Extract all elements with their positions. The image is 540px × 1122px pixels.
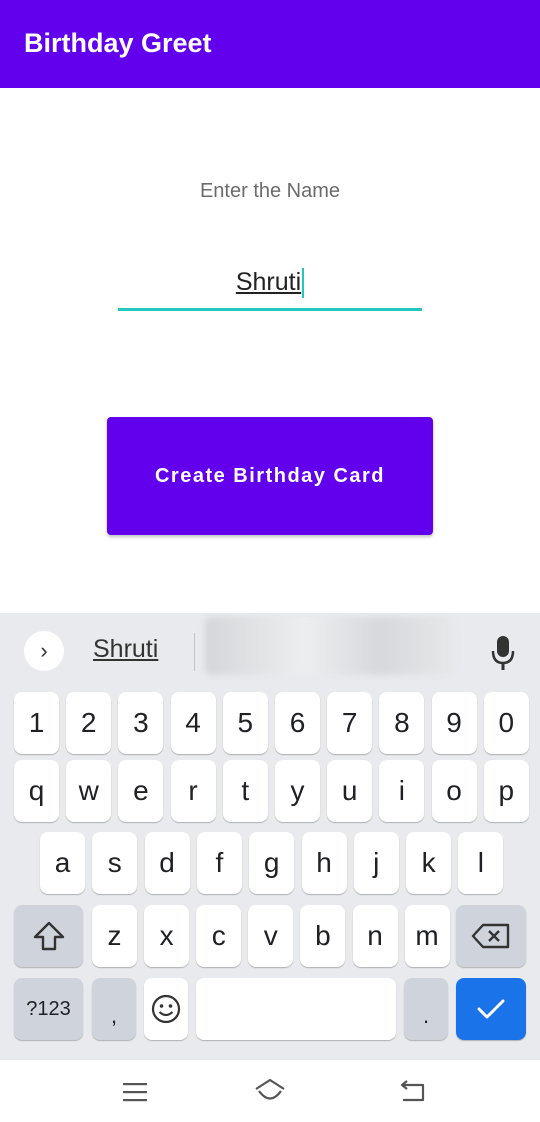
letter-key-p[interactable]: p: [483, 760, 529, 822]
comma-key[interactable]: ,: [92, 978, 136, 1040]
letter-key-y[interactable]: y: [275, 760, 320, 822]
num-key-3[interactable]: 3: [118, 692, 164, 754]
suggestion-divider: [194, 633, 195, 671]
name-input-value: Shruti: [235, 268, 302, 296]
num-key-7[interactable]: 7: [327, 692, 373, 754]
letter-key-z[interactable]: z: [92, 905, 137, 967]
suggestion-bar: › Shruti: [0, 613, 540, 687]
letter-key-i[interactable]: i: [379, 760, 425, 822]
letter-key-c[interactable]: c: [196, 905, 242, 967]
letter-key-j[interactable]: j: [353, 832, 399, 894]
period-key-label: .: [422, 1003, 430, 1028]
letter-key-n[interactable]: n: [352, 905, 398, 967]
backspace-icon: [471, 923, 510, 949]
home-icon[interactable]: [253, 1076, 287, 1104]
comma-key-label: ,: [110, 1003, 118, 1028]
suggestion-word[interactable]: Shruti: [93, 635, 158, 664]
letter-key-m[interactable]: m: [404, 905, 450, 967]
back-icon[interactable]: [397, 1078, 427, 1104]
name-input-field[interactable]: Shruti: [118, 262, 422, 311]
name-label: Enter the Name: [199, 180, 341, 202]
expand-toolbar-icon[interactable]: ›: [24, 631, 64, 671]
letter-key-f[interactable]: f: [196, 832, 242, 894]
letter-key-e[interactable]: e: [118, 760, 164, 822]
letter-key-r[interactable]: r: [170, 760, 216, 822]
num-key-4[interactable]: 4: [170, 692, 216, 754]
letter-key-x[interactable]: x: [144, 905, 190, 967]
num-key-8[interactable]: 8: [379, 692, 425, 754]
letter-key-k[interactable]: k: [406, 832, 452, 894]
letter-key-u[interactable]: u: [327, 760, 373, 822]
letter-key-a[interactable]: a: [40, 832, 85, 894]
microphone-icon[interactable]: [488, 633, 518, 673]
shift-icon: [33, 921, 64, 951]
symbols-key[interactable]: ?123: [14, 978, 83, 1040]
letter-key-v[interactable]: v: [248, 905, 294, 967]
emoji-icon: [151, 994, 181, 1024]
letter-key-l[interactable]: l: [458, 832, 504, 894]
num-key-2[interactable]: 2: [66, 692, 112, 754]
num-key-1[interactable]: 1: [14, 692, 59, 754]
shift-key[interactable]: [14, 905, 83, 967]
recent-apps-icon[interactable]: [122, 1080, 148, 1104]
app-title: Birthday Greet: [24, 28, 212, 58]
letter-key-d[interactable]: d: [144, 832, 190, 894]
letter-key-t[interactable]: t: [222, 760, 268, 822]
enter-key[interactable]: [456, 978, 526, 1040]
app-bar: Birthday Greet: [0, 0, 540, 88]
num-key-6[interactable]: 6: [275, 692, 320, 754]
redacted-suggestions: [205, 617, 455, 675]
letter-key-g[interactable]: g: [249, 832, 295, 894]
period-key[interactable]: .: [404, 978, 448, 1040]
backspace-key[interactable]: [456, 905, 526, 967]
checkmark-icon: [477, 999, 505, 1019]
soft-keyboard: › Shruti 1234567890 qwertyuiop asdfghjkl zx…: [0, 613, 540, 1060]
emoji-key[interactable]: [144, 978, 188, 1040]
letter-key-b[interactable]: b: [300, 905, 346, 967]
letter-key-q[interactable]: q: [14, 760, 59, 822]
num-key-0[interactable]: 0: [483, 692, 529, 754]
text-cursor: [302, 268, 305, 299]
letter-key-s[interactable]: s: [92, 832, 138, 894]
space-key[interactable]: [196, 978, 396, 1040]
letter-key-h[interactable]: h: [301, 832, 347, 894]
letter-key-w[interactable]: w: [66, 760, 112, 822]
create-birthday-card-button[interactable]: Create Birthday Card: [107, 417, 433, 535]
letter-key-o[interactable]: o: [431, 760, 477, 822]
num-key-9[interactable]: 9: [431, 692, 477, 754]
system-nav-bar: [0, 1060, 540, 1122]
num-key-5[interactable]: 5: [222, 692, 268, 754]
